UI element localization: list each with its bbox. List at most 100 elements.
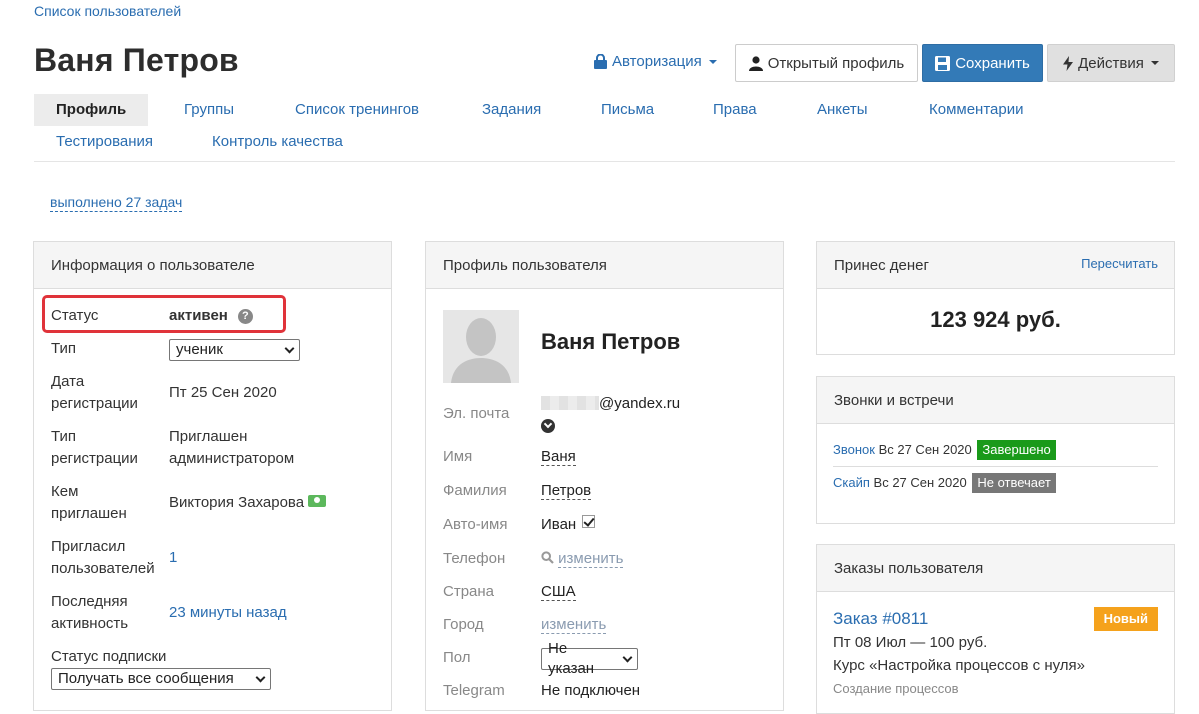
reg-date-label-line1: Дата [51,373,85,390]
status-value: активен? [169,305,253,327]
tab-testing[interactable]: Тестирования [34,126,175,158]
last-activity-link[interactable]: 23 минуты назад [169,602,287,624]
save-label: Сохранить [955,54,1030,72]
reg-date-label-line2: регистрации [51,395,138,412]
call-date: Вс 27 Сен 2020 [878,442,972,457]
order-product: Курс «Настройка процессов с нуля» [833,657,1085,674]
email-value: @yandex.ru [541,393,680,415]
subscription-label: Статус подписки [51,648,167,665]
user-silhouette-icon [443,310,519,383]
invited-users-label-line1: Пригласил [51,538,126,555]
call-row: Скайп Вс 27 Сен 2020 Не отвечает [833,473,1056,493]
telegram-label: Telegram [443,682,505,699]
invited-by-value: Виктория Захарова [169,492,327,514]
subscription-select[interactable]: Получать все сообщения [51,668,271,690]
page-title: Ваня Петров [34,42,239,78]
user-type-select[interactable]: ученик [169,339,300,361]
recalculate-link[interactable]: Пересчитать [1081,256,1158,271]
tab-tasks[interactable]: Задания [460,94,563,126]
open-profile-button[interactable]: Открытый профиль [735,44,918,82]
telegram-value: Не подключен [541,682,641,699]
call-type-link[interactable]: Скайп [833,475,870,490]
call-row: Звонок Вс 27 Сен 2020 Завершено [833,440,1056,460]
auto-name-value: Иван [541,514,596,536]
search-icon [541,551,554,564]
first-name-text: Ваня [541,448,576,466]
status-label: Статус [51,307,99,324]
invited-users-count-link[interactable]: 1 [169,547,177,569]
tab-comments[interactable]: Комментарии [907,94,1045,126]
phone-change-link[interactable]: изменить [558,550,624,568]
call-date: Вс 27 Сен 2020 [873,475,967,490]
calls-meetings-panel: Звонки и встречи Звонок Вс 27 Сен 2020 З… [816,376,1175,524]
tab-profile[interactable]: Профиль [34,94,149,126]
authorization-label: Авторизация [612,53,702,70]
city-change-link[interactable]: изменить [541,616,607,634]
last-activity-label-line1: Последняя [51,593,128,610]
avatar [443,310,519,383]
money-heading-text: Принес денег [834,256,929,274]
tab-quality-control[interactable]: Контроль качества [190,126,365,158]
city-value[interactable]: изменить [541,614,607,636]
gender-selected: Не указан [548,640,595,677]
tab-letters[interactable]: Письма [579,94,676,126]
auto-name-checkbox[interactable] [582,515,596,528]
lock-icon [594,54,607,69]
money-icon [308,495,327,507]
orders-heading: Заказы пользователя [817,545,1174,592]
tab-rights[interactable]: Права [691,94,779,126]
tab-groups[interactable]: Группы [162,94,256,126]
country-text: США [541,583,576,601]
breadcrumb-users-list[interactable]: Список пользователей [34,3,181,19]
chevron-down-icon [622,652,633,662]
inviter-name: Виктория Захарова [169,494,305,511]
user-info-heading: Информация о пользователе [34,242,391,289]
authorization-dropdown[interactable]: Авторизация [594,53,717,70]
first-name-value[interactable]: Ваня [541,446,576,468]
question-circle-icon[interactable]: ? [237,308,253,324]
city-label: Город [443,616,484,633]
user-orders-panel: Заказы пользователя Заказ #0811 Новый Пт… [816,544,1175,714]
floppy-disk-icon [935,55,951,71]
completed-tasks-link[interactable]: выполнено 27 задач [50,194,183,212]
status-badge: Не отвечает [972,473,1056,493]
reg-type-value-line1: Приглашен [169,428,248,445]
lightning-icon [1063,55,1074,71]
phone-value[interactable]: изменить [541,548,624,570]
money-amount: 123 924 руб. [930,307,1061,332]
email-domain: @yandex.ru [599,395,681,412]
chevron-down-icon [255,672,266,682]
divider [833,466,1158,467]
last-name-label: Фамилия [443,482,507,499]
country-label: Страна [443,583,495,600]
profile-tabs: Профиль Группы Список тренингов Задания … [34,94,1175,162]
country-value[interactable]: США [541,581,576,603]
auto-name-text: Иван [541,516,577,533]
subscription-selected: Получать все сообщения [58,670,234,687]
open-profile-label: Открытый профиль [767,54,905,72]
last-activity-label-line2: активность [51,615,129,632]
tab-trainings-list[interactable]: Список тренингов [273,94,441,126]
reg-type-label-line1: Тип [51,428,77,445]
tab-questionnaires[interactable]: Анкеты [795,94,890,126]
email-label: Эл. почта [443,405,510,422]
last-name-value[interactable]: Петров [541,480,592,502]
order-category: Создание процессов [833,681,959,696]
invited-by-label-line2: приглашен [51,505,127,522]
expand-circle-icon[interactable] [541,419,555,433]
call-type-link[interactable]: Звонок [833,442,875,457]
order-date-price: Пт 08 Июл — 100 руб. [833,634,988,651]
gender-label: Пол [443,649,471,666]
order-status-badge: Новый [1093,607,1158,631]
auto-name-label: Авто-имя [443,516,508,533]
save-button[interactable]: Сохранить [922,44,1043,82]
actions-dropdown-button[interactable]: Действия [1047,44,1175,82]
first-name-label: Имя [443,448,473,465]
money-heading: Принес денег Пересчитать [817,242,1174,289]
profile-name: Ваня Петров [541,329,681,354]
phone-label: Телефон [443,550,506,567]
order-link[interactable]: Заказ #0811 [833,609,928,629]
gender-select[interactable]: Не указан [541,640,638,677]
user-icon [748,55,763,71]
caret-down-icon [1150,61,1159,65]
